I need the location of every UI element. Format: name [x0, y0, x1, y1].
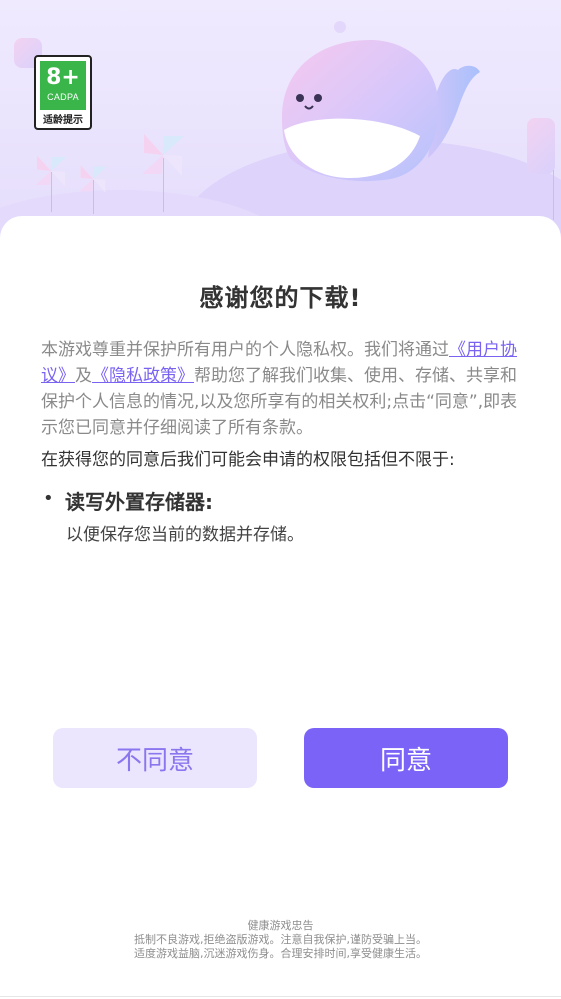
health-advisory: 健康游戏忠告 抵制不良游戏,拒绝盗版游戏。注意自我保护,谨防受骗上当。 适度游戏…	[0, 919, 561, 961]
permission-title: 读写外置存储器:	[65, 490, 213, 514]
advisory-title: 健康游戏忠告	[247, 919, 314, 932]
privacy-policy-link[interactable]: 《隐私政策》	[92, 366, 194, 386]
whale-mascot-icon	[282, 21, 480, 182]
and-text: 及	[75, 366, 92, 386]
permission-description: 以便保存您当前的数据并存储。	[66, 525, 304, 545]
pinwheel-stick	[51, 172, 52, 212]
pinwheel-stick	[163, 158, 164, 212]
decorative-shape	[527, 118, 555, 174]
advisory-line: 抵制不良游戏,拒绝盗版游戏。注意自我保护,谨防受骗上当。	[134, 933, 427, 946]
dialog-title: 感谢您的下载!	[199, 284, 362, 312]
pinwheel-stick	[553, 170, 554, 220]
permissions-intro: 在获得您的同意后我们可能会申请的权限包括但不限于:	[41, 450, 455, 470]
bullet: •	[43, 488, 54, 509]
intro-prefix: 本游戏尊重并保护所有用户的个人隐私权。我们将通过	[41, 340, 449, 360]
age-rating-mark: 8+ CADPA	[40, 61, 86, 110]
age-rating-number: 8+	[46, 65, 80, 90]
rating-org-label: CADPA	[47, 92, 79, 102]
advisory-line: 适度游戏益脑,沉迷游戏伤身。合理安排时间,享受健康生活。	[134, 947, 427, 960]
privacy-dialog-card	[0, 216, 561, 999]
agree-button[interactable]: 同意	[304, 728, 508, 788]
pinwheel-stick	[93, 180, 94, 214]
privacy-intro-text: 本游戏尊重并保护所有用户的个人隐私权。我们将通过《用户协议》及《隐私政策》帮助您…	[41, 337, 521, 441]
disagree-button[interactable]: 不同意	[53, 728, 257, 788]
age-rating-label: 适龄提示	[43, 115, 83, 126]
bottom-divider	[0, 996, 561, 997]
age-rating-badge: 8+ CADPA 适龄提示	[34, 55, 92, 130]
